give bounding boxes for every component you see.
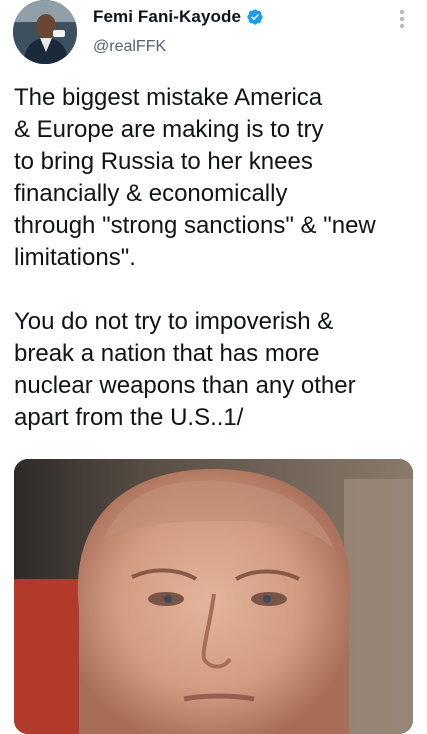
verified-badge-icon bbox=[246, 8, 264, 26]
more-options-icon[interactable] bbox=[396, 8, 408, 30]
author-name-row[interactable]: Femi Fani-Kayode bbox=[93, 6, 264, 28]
avatar-image bbox=[13, 0, 77, 64]
avatar[interactable] bbox=[13, 0, 77, 64]
author-handle[interactable]: @realFFK bbox=[93, 38, 166, 56]
photo-image bbox=[14, 459, 413, 734]
tweet: Femi Fani-Kayode @realFFK The biggest mi… bbox=[0, 0, 427, 734]
tweet-text: The biggest mistake America & Europe are… bbox=[14, 84, 376, 431]
author-display-name[interactable]: Femi Fani-Kayode bbox=[93, 7, 241, 27]
tweet-media-photo[interactable] bbox=[14, 459, 413, 734]
